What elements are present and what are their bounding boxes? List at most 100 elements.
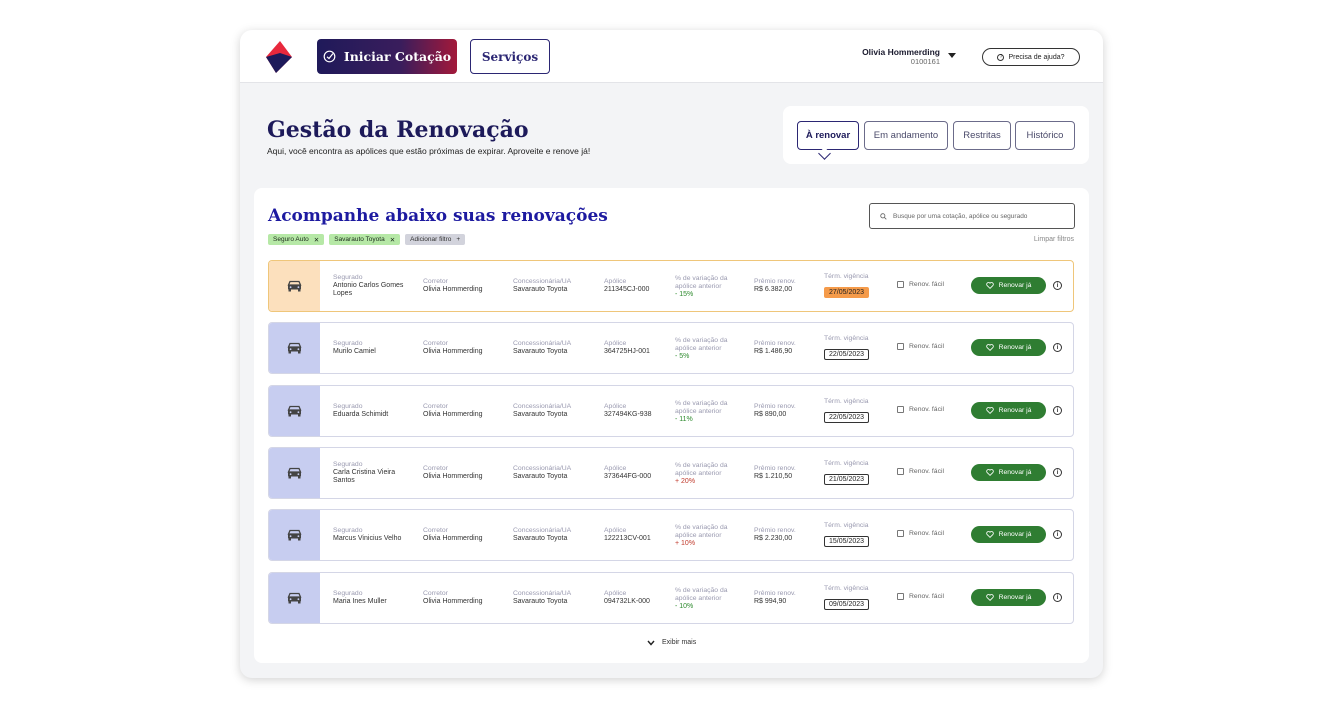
col-segurado: Segurado Maria Ines Muller [333,573,413,623]
premio-label: Prêmio renov. [754,278,796,285]
start-quote-button[interactable]: Iniciar Cotação [317,39,457,74]
clear-filters-link[interactable]: Limpar filtros [1014,236,1074,243]
renov-facil-checkbox[interactable]: Renov. fácil [897,530,944,537]
brand-logo-icon[interactable] [262,39,294,75]
car-icon [287,405,302,417]
concessionaria-label: Concessionária/UA [513,340,572,347]
variacao-label: % de variação da apólice anterior [675,336,728,352]
tab-restritas[interactable]: Restritas [953,121,1011,150]
vigencia-label: Térm. vigência [824,398,869,405]
info-icon[interactable]: i [1053,468,1062,477]
info-icon[interactable]: i [1053,281,1062,290]
apolice-value: 122213CV-001 [604,535,651,542]
table-row[interactable]: Segurado Eduarda Schimidt Corretor Olivi… [268,385,1074,437]
info-icon[interactable]: i [1053,530,1062,539]
apolice-value: 327494KG-938 [604,411,652,418]
tabs-container: À renovar Em andamento Restritas Históri… [783,106,1089,164]
renew-now-button[interactable]: Renovar já [971,339,1046,356]
services-button[interactable]: Serviços [470,39,550,74]
search-input[interactable]: Busque por uma cotação, apólice ou segur… [869,203,1075,229]
col-concessionaria: Concessionária/UA Savarauto Toyota [513,323,598,373]
apolice-value: 364725HJ-001 [604,348,650,355]
variacao-value: + 10% [675,539,696,547]
vigencia-date: 09/05/2023 [824,599,870,610]
concessionaria-value: Savarauto Toyota [513,598,568,605]
col-vigencia: Térm. vigência 21/05/2023 [824,448,889,498]
col-corretor: Corretor Olivia Hommerding [423,386,508,436]
concessionaria-value: Savarauto Toyota [513,535,568,542]
premio-label: Prêmio renov. [754,590,796,597]
segurado-value: Carla Cristina Vieira Santos [333,469,396,484]
car-icon [287,529,302,541]
renew-now-button[interactable]: Renovar já [971,464,1046,481]
close-icon[interactable]: ✕ [390,236,395,244]
tab-historico[interactable]: Histórico [1015,121,1075,150]
premio-value: R$ 890,00 [754,411,787,418]
tab-a-renovar[interactable]: À renovar [797,121,859,150]
user-menu[interactable]: Olivia Hommerding 0100161 [840,47,940,66]
row-side-badge [269,573,320,623]
apolice-label: Apólice [604,403,627,410]
car-icon [287,342,302,354]
info-icon[interactable]: i [1053,343,1062,352]
variacao-value: - 5% [675,352,690,360]
renew-now-button[interactable]: Renovar já [971,526,1046,543]
heart-icon [985,531,994,538]
show-more-button[interactable]: Exibir mais [647,639,696,646]
segurado-label: Segurado [333,590,363,597]
tab-em-andamento[interactable]: Em andamento [864,121,948,150]
table-row[interactable]: Segurado Murilo Camiel Corretor Olivia H… [268,322,1074,374]
renov-facil-checkbox[interactable]: Renov. fácil [897,593,944,600]
renov-facil-checkbox[interactable]: Renov. fácil [897,343,944,350]
renov-facil-checkbox[interactable]: Renov. fácil [897,281,944,288]
corretor-value: Olivia Hommerding [423,598,483,605]
corretor-label: Corretor [423,527,448,534]
col-segurado: Segurado Eduarda Schimidt [333,386,413,436]
col-apolice: Apólice 327494KG-938 [604,386,669,436]
col-variacao: % de variação da apólice anterior - 10% [675,573,739,623]
filter-chip-savarauto[interactable]: Savarauto Toyota ✕ [329,234,401,245]
premio-label: Prêmio renov. [754,340,796,347]
renov-facil-checkbox[interactable]: Renov. fácil [897,406,944,413]
vigencia-label: Térm. vigência [824,585,869,592]
apolice-value: 373644FG-000 [604,473,652,480]
renew-now-button[interactable]: Renovar já [971,277,1046,294]
add-filter-button[interactable]: Adicionar filtro + [405,234,466,245]
table-row[interactable]: Segurado Maria Ines Muller Corretor Oliv… [268,572,1074,624]
col-apolice: Apólice 122213CV-001 [604,510,669,560]
renew-now-label: Renovar já [998,407,1032,414]
page-title: Gestão da Renovação [267,117,529,143]
variacao-label: % de variação da apólice anterior [675,586,728,602]
renew-now-button[interactable]: Renovar já [971,589,1046,606]
renew-now-button[interactable]: Renovar já [971,402,1046,419]
user-code: 0100161 [910,57,940,66]
help-button[interactable]: ? Precisa de ajuda? [982,48,1080,66]
table-row[interactable]: Segurado Antonio Carlos Gomes Lopes Corr… [268,260,1074,312]
filter-chip-seguro-auto[interactable]: Seguro Auto ✕ [268,234,325,245]
renew-now-label: Renovar já [998,531,1032,538]
row-side-badge [269,386,320,436]
vigencia-label: Térm. vigência [824,522,869,529]
info-icon[interactable]: i [1053,406,1062,415]
col-vigencia: Térm. vigência 22/05/2023 [824,323,889,373]
col-variacao: % de variação da apólice anterior - 11% [675,386,739,436]
table-row[interactable]: Segurado Marcus Vinicius Velho Corretor … [268,509,1074,561]
info-icon[interactable]: i [1053,593,1062,602]
plus-icon: + [456,236,461,243]
renov-facil-label: Renov. fácil [909,406,945,413]
corretor-label: Corretor [423,340,448,347]
variacao-label: % de variação da apólice anterior [675,523,728,539]
renov-facil-label: Renov. fácil [909,530,945,537]
segurado-value: Murilo Camiel [333,348,376,355]
variacao-label: % de variação da apólice anterior [675,461,728,477]
table-row[interactable]: Segurado Carla Cristina Vieira Santos Co… [268,447,1074,499]
renov-facil-checkbox[interactable]: Renov. fácil [897,468,944,475]
user-name: Olivia Hommerding [862,47,940,57]
segurado-label: Segurado [333,274,363,281]
checkbox-icon [897,343,904,350]
chevron-down-icon[interactable] [948,53,956,58]
close-icon[interactable]: ✕ [314,236,319,244]
premio-value: R$ 1.210,50 [754,473,793,480]
premio-value: R$ 6.382,00 [754,286,793,293]
car-icon [287,592,302,604]
